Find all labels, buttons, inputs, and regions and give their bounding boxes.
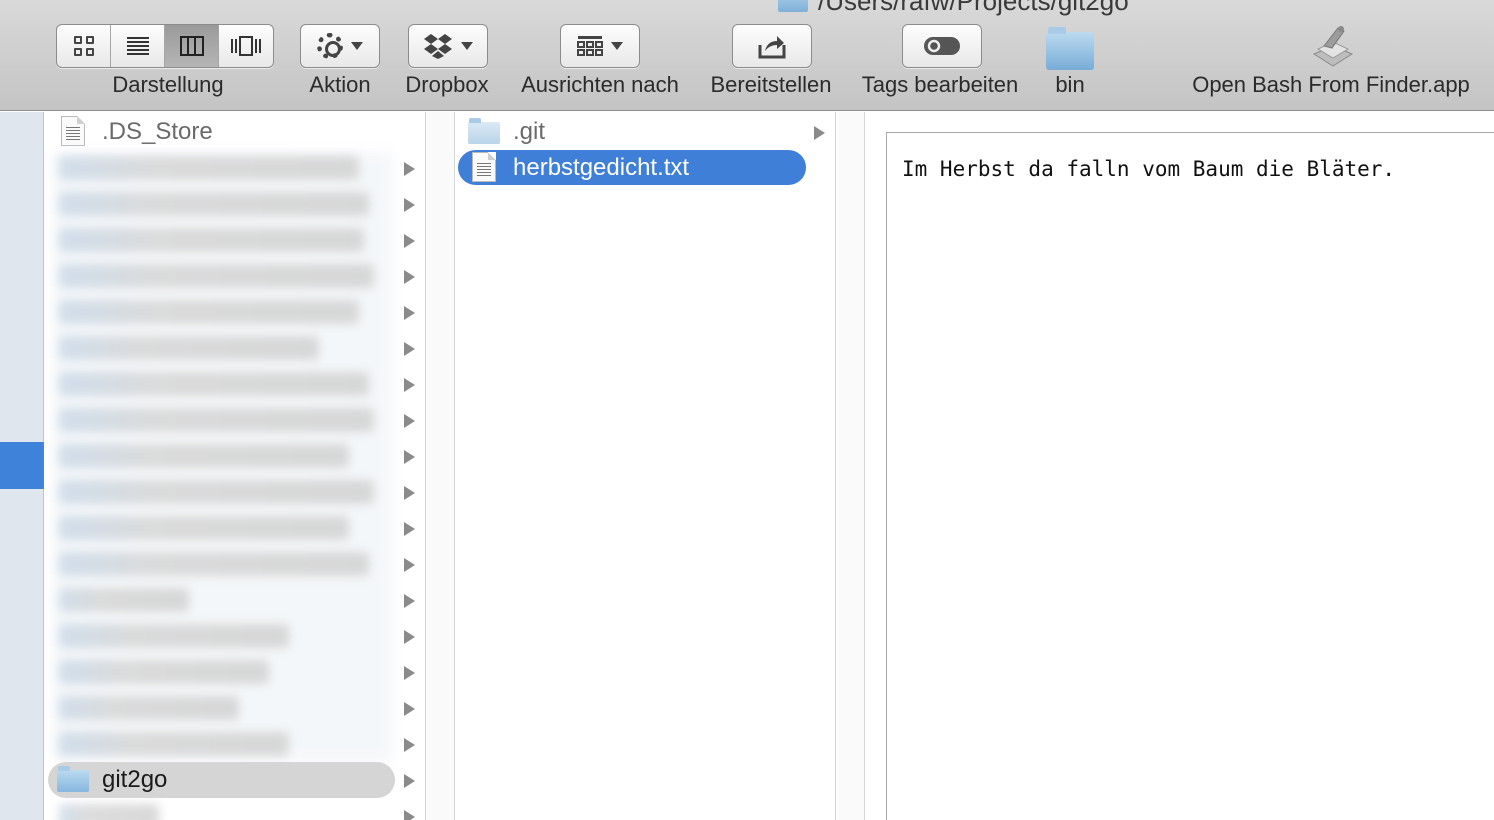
view-switcher — [56, 24, 274, 68]
disclosure-arrow-icon — [404, 810, 415, 820]
arrange-label: Ausrichten nach — [521, 72, 679, 97]
icon-view-icon — [73, 36, 94, 56]
tags-label: Tags bearbeiten — [861, 72, 1019, 97]
gear-icon — [317, 33, 343, 59]
list-item-git-folder[interactable]: .git — [456, 114, 835, 150]
list-item[interactable] — [45, 258, 425, 294]
window-title: /Users/rafw/Projects/git2go — [778, 0, 1129, 17]
list-item-label: .DS_Store — [102, 118, 213, 145]
chevron-down-icon — [351, 42, 363, 50]
arrange-button[interactable] — [560, 24, 640, 68]
window-title-path: /Users/rafw/Projects/git2go — [818, 0, 1129, 16]
list-item-herbstgedicht[interactable]: herbstgedicht.txt — [456, 150, 835, 186]
disclosure-arrow-icon — [404, 594, 415, 608]
disclosure-arrow-icon — [404, 162, 415, 176]
arrange-grid-icon — [577, 36, 603, 56]
disclosure-arrow-icon — [404, 306, 415, 320]
document-icon — [61, 116, 85, 146]
dropbox-icon — [424, 34, 452, 59]
list-item[interactable] — [45, 690, 425, 726]
column-resize-area[interactable] — [427, 112, 455, 820]
action-button[interactable] — [300, 24, 380, 68]
cover-flow-view-button[interactable] — [219, 25, 273, 67]
column-view-button[interactable] — [165, 25, 219, 67]
list-item-label: .git — [513, 118, 546, 145]
preview-pane: Im Herbst da falln vom Baum die Bläter. — [866, 112, 1494, 820]
disclosure-arrow-icon — [404, 558, 415, 572]
list-item-ds-store[interactable]: .DS_Store — [45, 114, 425, 150]
disclosure-arrow-icon — [404, 630, 415, 644]
list-item[interactable] — [45, 582, 425, 618]
disclosure-arrow-icon — [404, 774, 415, 788]
column-resize-area[interactable] — [837, 112, 865, 820]
dropbox-label: Dropbox — [405, 72, 489, 97]
folder-icon — [468, 118, 500, 144]
finder-sidebar[interactable] — [0, 112, 44, 820]
edit-tags-button[interactable] — [902, 24, 982, 68]
list-item[interactable] — [45, 438, 425, 474]
list-item[interactable] — [45, 546, 425, 582]
disclosure-arrow-icon — [404, 342, 415, 356]
list-view-button[interactable] — [111, 25, 165, 67]
icon-view-button[interactable] — [57, 25, 111, 67]
app-icon — [1312, 26, 1354, 67]
list-item[interactable] — [45, 222, 425, 258]
bin-label: bin — [1055, 72, 1085, 97]
disclosure-arrow-icon — [404, 738, 415, 752]
folder-icon — [1046, 27, 1094, 70]
open-bash-app-button[interactable] — [1310, 22, 1356, 73]
disclosure-arrow-icon — [404, 198, 415, 212]
disclosure-arrow-icon — [404, 702, 415, 716]
list-item[interactable] — [45, 150, 425, 186]
browser-column-2[interactable]: .git herbstgedicht.txt — [456, 112, 836, 820]
list-item[interactable] — [45, 798, 425, 820]
cover-flow-icon — [231, 36, 261, 56]
list-item[interactable] — [45, 402, 425, 438]
list-view-icon — [126, 37, 149, 55]
tag-toggle-icon — [924, 37, 960, 55]
list-item-git2go[interactable]: git2go — [45, 762, 425, 798]
list-item[interactable] — [45, 186, 425, 222]
disclosure-arrow-icon — [404, 234, 415, 248]
disclosure-arrow-icon — [404, 486, 415, 500]
action-label: Aktion — [309, 72, 371, 97]
list-item[interactable] — [45, 618, 425, 654]
list-item-label: herbstgedicht.txt — [513, 154, 690, 181]
disclosure-arrow-icon — [404, 522, 415, 536]
list-item[interactable] — [45, 726, 425, 762]
list-item[interactable] — [45, 366, 425, 402]
share-label: Bereitstellen — [710, 72, 832, 97]
disclosure-arrow-icon — [404, 666, 415, 680]
disclosure-arrow-icon — [404, 414, 415, 428]
dropbox-button[interactable] — [408, 24, 488, 68]
sidebar-selected-item[interactable] — [0, 442, 44, 489]
disclosure-arrow-icon — [814, 126, 825, 140]
finder-toolbar: /Users/rafw/Projects/git2go Darstellung … — [0, 0, 1494, 111]
list-item[interactable] — [45, 474, 425, 510]
disclosure-arrow-icon — [404, 450, 415, 464]
folder-icon — [57, 766, 89, 792]
preview-text-content: Im Herbst da falln vom Baum die Bläter. — [902, 157, 1396, 181]
disclosure-arrow-icon — [404, 378, 415, 392]
list-item[interactable] — [45, 330, 425, 366]
list-item[interactable] — [45, 294, 425, 330]
share-button[interactable] — [732, 24, 812, 68]
folder-icon — [778, 0, 808, 13]
view-label: Darstellung — [112, 72, 224, 97]
list-item[interactable] — [45, 654, 425, 690]
bin-folder-button[interactable] — [1046, 27, 1094, 70]
list-item[interactable] — [45, 510, 425, 546]
open-bash-label: Open Bash From Finder.app — [1192, 72, 1470, 97]
disclosure-arrow-icon — [404, 270, 415, 284]
text-document-icon — [472, 152, 496, 182]
column-view-icon — [179, 36, 204, 56]
text-preview[interactable]: Im Herbst da falln vom Baum die Bläter. — [886, 132, 1494, 820]
chevron-down-icon — [611, 42, 623, 50]
list-item-label: git2go — [102, 766, 168, 793]
chevron-down-icon — [461, 42, 473, 50]
browser-column-1[interactable]: .DS_Store git2go — [45, 112, 426, 820]
share-icon — [758, 36, 786, 59]
